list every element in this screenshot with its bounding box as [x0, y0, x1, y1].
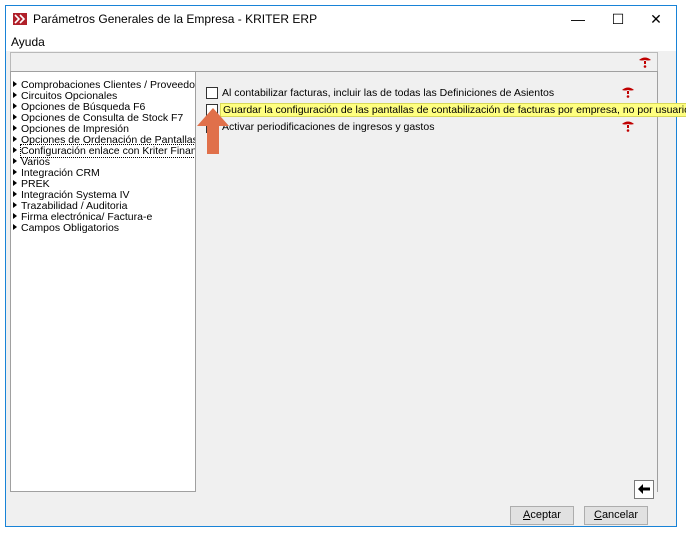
back-button[interactable] — [634, 480, 654, 499]
expand-arrow-icon[interactable] — [13, 224, 17, 230]
cancel-button[interactable]: Cancelar — [584, 506, 648, 525]
expand-arrow-icon[interactable] — [13, 136, 17, 142]
option-label: Guardar la configuración de las pantalla… — [220, 103, 686, 117]
annotation-up-arrow — [197, 108, 229, 154]
title-bar[interactable]: Parámetros Generales de la Empresa - KRI… — [6, 6, 676, 32]
help-icon[interactable] — [620, 86, 636, 98]
expand-arrow-icon[interactable] — [13, 202, 17, 208]
expand-arrow-icon[interactable] — [13, 213, 17, 219]
expand-arrow-icon[interactable] — [13, 180, 17, 186]
tree-item-label: Campos Obligatorios — [21, 222, 120, 234]
expand-arrow-icon[interactable] — [13, 169, 17, 175]
options-panel: Al contabilizar facturas, incluir las de… — [196, 71, 686, 492]
window-title: Parámetros Generales de la Empresa - KRI… — [33, 12, 318, 26]
option-label: Al contabilizar facturas, incluir las de… — [222, 87, 555, 99]
help-icon[interactable] — [620, 120, 636, 132]
kriter-app-icon — [13, 13, 27, 25]
maximize-button[interactable]: ☐ — [598, 6, 638, 32]
expand-arrow-icon[interactable] — [13, 103, 17, 109]
accept-button[interactable]: Aceptar — [510, 506, 574, 525]
close-button[interactable]: ✕ — [636, 6, 676, 32]
minimize-button[interactable]: — — [558, 6, 598, 32]
toolbar — [10, 52, 658, 72]
help-icon[interactable] — [637, 56, 653, 68]
option-label: Activar periodificaciones de ingresos y … — [222, 121, 435, 133]
menu-bar: Ayuda — [6, 32, 676, 51]
settings-tree[interactable]: Comprobaciones Clientes / Proveedores Cir… — [10, 71, 196, 492]
main-window: Parámetros Generales de la Empresa - KRI… — [5, 5, 686, 527]
back-arrow-icon — [638, 484, 650, 494]
expand-arrow-icon[interactable] — [13, 125, 17, 131]
expand-arrow-icon[interactable] — [13, 158, 17, 164]
expand-arrow-icon[interactable] — [13, 114, 17, 120]
expand-arrow-icon[interactable] — [13, 81, 17, 87]
tree-item[interactable]: Campos Obligatorios — [13, 223, 119, 234]
checkbox[interactable] — [206, 87, 218, 99]
expand-arrow-icon[interactable] — [13, 191, 17, 197]
expand-arrow-icon[interactable] — [13, 147, 17, 153]
expand-arrow-icon[interactable] — [13, 92, 17, 98]
menu-help[interactable]: Ayuda — [11, 35, 45, 49]
